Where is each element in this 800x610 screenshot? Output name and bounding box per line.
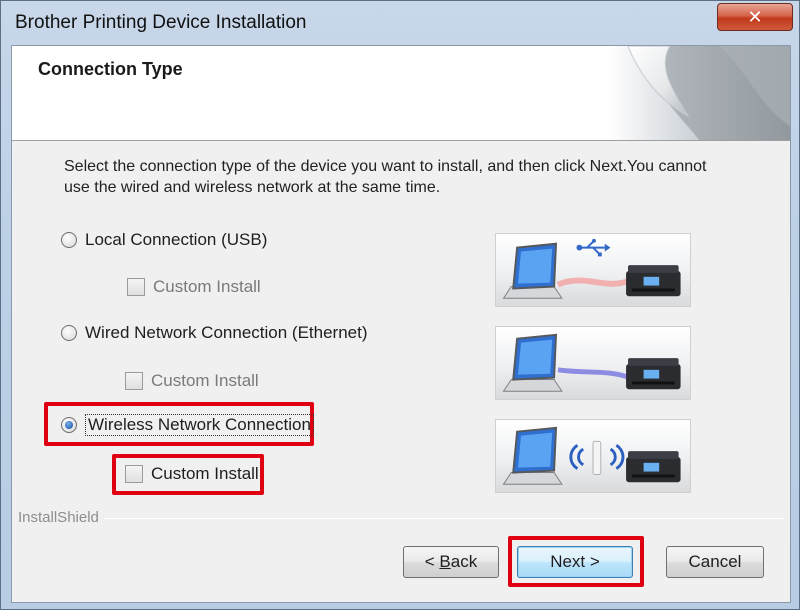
page-curl-graphic [610,46,790,140]
checkbox[interactable] [125,372,143,390]
laptop-icon [502,242,563,299]
checkbox-custom-install-wireless[interactable]: Custom Install [125,464,259,484]
illustration-usb [495,233,691,307]
printer-icon [626,451,681,483]
back-button-label: < Back [424,552,478,571]
checkbox-label: Custom Install [151,371,259,390]
checkbox[interactable] [125,465,143,483]
wifi-access-point-icon [569,440,625,475]
title-bar[interactable]: Brother Printing Device Installation ✕ [1,1,799,47]
usb-icon [576,238,611,257]
next-button-label: Next > [550,552,600,571]
illustration-ethernet [495,326,691,400]
close-icon: ✕ [747,6,763,27]
laptop-icon [502,333,563,392]
checkbox-custom-install-usb[interactable]: Custom Install [127,277,261,297]
radio-wireless[interactable]: Wireless Network Connection [61,414,314,436]
illustration-wireless [495,419,691,493]
window-title: Brother Printing Device Installation [15,12,307,33]
printer-icon [626,265,681,297]
radio-button[interactable] [61,325,77,341]
installshield-branding: InstallShield [18,509,783,526]
radio-label: Wireless Network Connection [85,414,314,436]
dialog-client-area: Connection Type Select the connection ty… [11,45,791,603]
instructions-text: Select the connection type of the device… [64,158,707,196]
header-band: Connection Type [12,46,790,141]
radio-label: Local Connection (USB) [85,230,268,249]
radio-label: Wired Network Connection (Ethernet) [85,323,368,342]
laptop-icon [502,426,563,485]
checkbox-custom-install-wired[interactable]: Custom Install [125,371,259,391]
radio-button[interactable] [61,232,77,248]
checkbox-label: Custom Install [151,464,259,483]
next-button[interactable]: Next > [517,546,633,578]
checkbox-label: Custom Install [153,277,261,296]
printer-icon [626,358,681,390]
installshield-label: InstallShield [18,509,99,526]
radio-local-usb[interactable]: Local Connection (USB) [61,230,267,250]
installer-window: Brother Printing Device Installation ✕ C… [0,0,800,610]
cancel-button[interactable]: Cancel [666,546,764,578]
checkbox[interactable] [127,278,145,296]
back-button[interactable]: < Back [403,546,499,578]
radio-wired-ethernet[interactable]: Wired Network Connection (Ethernet) [61,323,368,343]
page-title: Connection Type [38,59,183,79]
separator-line [104,518,783,519]
cancel-button-label: Cancel [688,552,742,571]
close-button[interactable]: ✕ [717,3,793,31]
radio-button-selected[interactable] [61,417,77,433]
